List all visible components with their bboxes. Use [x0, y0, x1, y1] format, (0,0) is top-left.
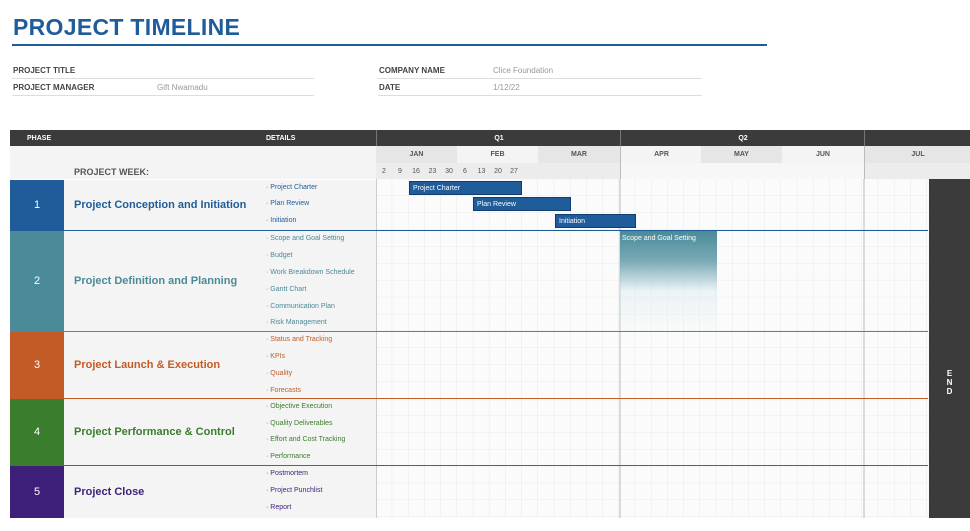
timeline-header: PHASE DETAILS Q1 Q2	[10, 130, 970, 146]
phase-name-4: Project Performance & Control	[64, 399, 264, 465]
week-row-q2	[620, 163, 865, 179]
company-name-field[interactable]: Clice Foundation	[493, 66, 553, 75]
detail-item: · Scope and Goal Setting	[266, 235, 345, 242]
project-manager-label: PROJECT MANAGER	[13, 83, 95, 92]
meta-divider	[12, 95, 314, 96]
gantt-bar-plan-review[interactable]: Plan Review	[473, 197, 571, 211]
phase-name-1: Project Conception and Initiation	[64, 180, 264, 230]
week-cell: 9	[398, 167, 402, 175]
phase-header: PHASE	[27, 134, 52, 142]
detail-item: · Budget	[266, 252, 293, 259]
side-panel: END	[929, 179, 970, 518]
detail-item: · Risk Management	[266, 319, 327, 326]
week-cell: 6	[463, 167, 467, 175]
meta-divider	[378, 95, 702, 96]
detail-item: · Project Charter	[266, 184, 318, 191]
title-divider	[12, 44, 767, 46]
detail-item: · Project Punchlist	[266, 487, 323, 494]
detail-item: · Plan Review	[266, 200, 310, 207]
company-name-label: COMPANY NAME	[379, 66, 445, 75]
month-jan: JAN	[376, 146, 457, 163]
phase-details-1: · Project Charter · Plan Review · Initia…	[264, 180, 376, 230]
week-cell: 16	[412, 167, 420, 175]
detail-item: · Initiation	[266, 217, 297, 224]
detail-item: · Communication Plan	[266, 303, 335, 310]
detail-item: · Performance	[266, 453, 311, 460]
meta-divider	[12, 78, 314, 79]
phase-details-2: · Scope and Goal Setting · Budget · Work…	[264, 231, 376, 331]
project-week-label: PROJECT WEEK:	[74, 167, 150, 177]
month-mar: MAR	[538, 146, 620, 163]
gantt-bar-project-charter[interactable]: Project Charter	[409, 181, 522, 195]
detail-item: · KPIs	[266, 353, 286, 360]
phase-separator-1	[10, 230, 928, 231]
quarter-q2: Q2	[620, 130, 865, 146]
date-field[interactable]: 1/12/22	[493, 83, 520, 92]
week-cell: 2	[382, 167, 386, 175]
month-jul: JUL	[864, 146, 970, 163]
page-title: PROJECT TIMELINE	[13, 14, 241, 40]
phase-separator-4	[10, 465, 928, 466]
gantt-bar-scope-label[interactable]: Scope and Goal Setting	[622, 235, 696, 242]
detail-item: · Status and Tracking	[266, 336, 333, 343]
project-manager-field[interactable]: Gift Nwamadu	[157, 83, 208, 92]
gantt-bar-scope-fade	[620, 231, 717, 331]
phase-name-2: Project Definition and Planning	[64, 231, 264, 331]
week-cell: 23	[428, 167, 437, 175]
phase-number-5: 5	[10, 466, 64, 518]
project-title-label: PROJECT TITLE	[13, 66, 76, 75]
meta-divider	[378, 78, 702, 79]
phase-number-2: 2	[10, 231, 64, 331]
month-feb: FEB	[457, 146, 538, 163]
detail-item: · Work Breakdown Schedule	[266, 269, 355, 276]
phase-number-3: 3	[10, 332, 64, 398]
details-header: DETAILS	[266, 134, 296, 142]
detail-item: · Effort and Cost Tracking	[266, 436, 346, 443]
date-label: DATE	[379, 83, 401, 92]
phase-name-3: Project Launch & Execution	[64, 332, 264, 398]
quarter-q3	[864, 130, 970, 146]
phase-details-4: · Objective Execution · Quality Delivera…	[264, 399, 376, 465]
detail-item: · Gantt Chart	[266, 286, 307, 293]
side-panel-label: END	[946, 369, 953, 396]
week-cell: 13	[477, 167, 486, 175]
month-apr: APR	[620, 146, 702, 163]
phase-number-1: 1	[10, 180, 64, 230]
detail-item: · Postmortem	[266, 470, 309, 477]
week-cell: 27	[510, 167, 518, 175]
detail-item: · Quality Deliverables	[266, 420, 333, 427]
detail-item: · Quality	[266, 370, 293, 377]
gantt-bar-initiation[interactable]: Initiation	[555, 214, 636, 228]
quarter-q1: Q1	[376, 130, 621, 146]
month-jun: JUN	[782, 146, 864, 163]
detail-item: · Forecasts	[266, 387, 302, 394]
phase-details-3: · Status and Tracking · KPIs · Quality ·…	[264, 332, 376, 398]
phase-separator-2	[10, 331, 928, 332]
detail-item: · Report	[266, 504, 292, 511]
detail-item: · Objective Execution	[266, 403, 333, 410]
phase-name-5: Project Close	[64, 466, 264, 518]
week-label-area	[10, 146, 376, 179]
week-row-q3	[864, 163, 970, 179]
month-may: MAY	[701, 146, 782, 163]
phase-separator-3	[10, 398, 928, 399]
week-cell: 20	[494, 167, 502, 175]
phase-number-4: 4	[10, 399, 64, 465]
phase-details-5: · Postmortem · Project Punchlist · Repor…	[264, 466, 376, 518]
week-cell: 30	[445, 167, 453, 175]
